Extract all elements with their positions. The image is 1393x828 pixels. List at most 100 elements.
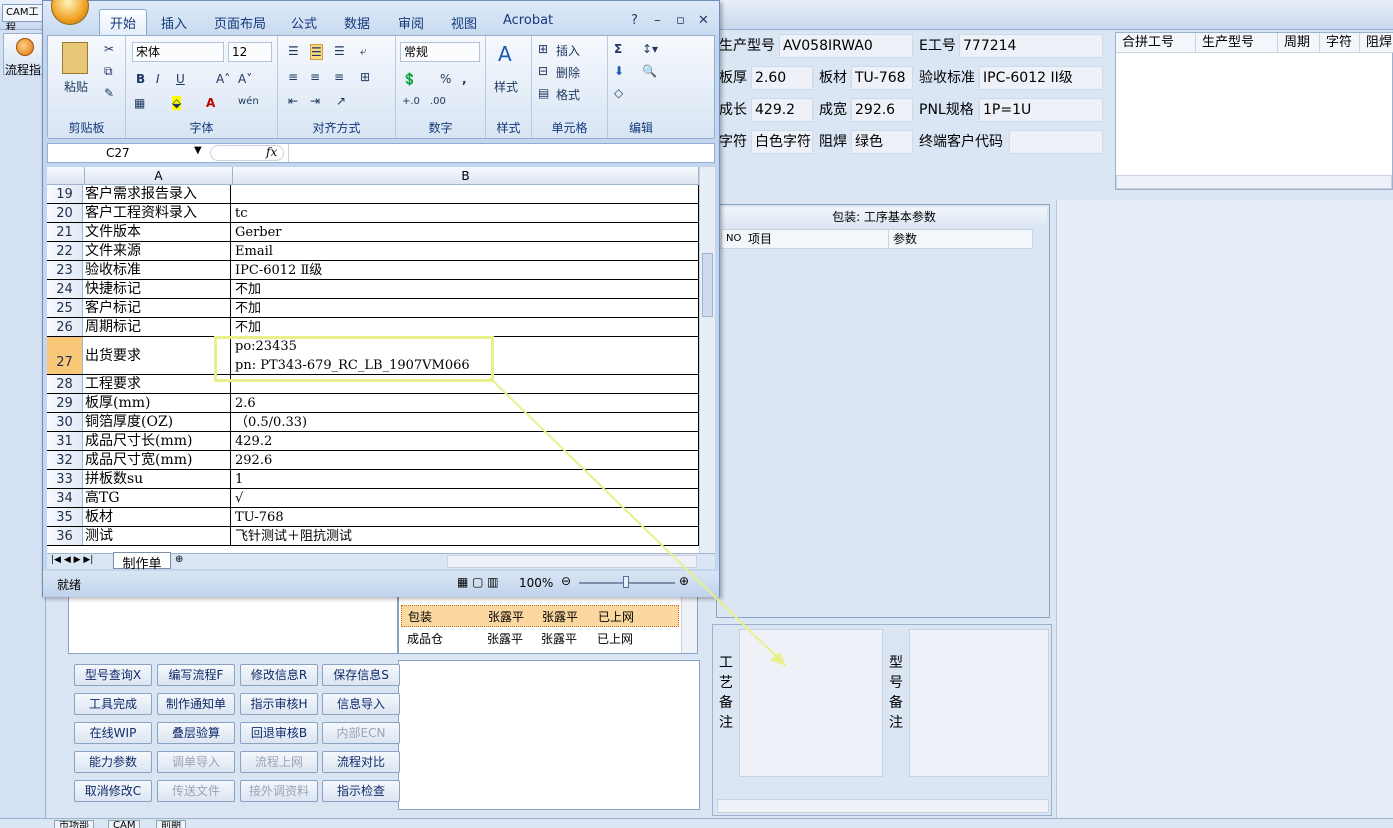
action-button[interactable]: 修改信息R [240, 664, 318, 686]
align-bottom-icon[interactable]: ☰ [334, 44, 345, 58]
zoom-level[interactable]: 100% [519, 576, 553, 590]
row-number[interactable]: 24 [47, 280, 83, 298]
row-number[interactable]: 31 [47, 432, 83, 450]
cell-a[interactable]: 快捷标记 [85, 280, 231, 298]
row-number[interactable]: 22 [47, 242, 83, 260]
name-box[interactable]: C27 [106, 146, 130, 160]
action-button[interactable]: 保存信息S [322, 664, 400, 686]
insert-cells-button[interactable]: 插入 [556, 42, 580, 59]
cell-b[interactable]: TU-768 [233, 508, 699, 526]
paste-icon[interactable] [62, 42, 88, 74]
action-button[interactable]: 制作通知单 [157, 693, 235, 715]
tab-cam[interactable]: CAM [108, 820, 141, 828]
zoom-in-icon[interactable]: ⊕ [679, 574, 689, 588]
tab-acrobat[interactable]: Acrobat [503, 13, 553, 28]
select-all[interactable] [47, 167, 85, 185]
cell-b[interactable]: 1 [233, 470, 699, 488]
cell-a[interactable]: 工程要求 [85, 375, 231, 393]
cell-b[interactable]: √ [233, 489, 699, 507]
char-field[interactable]: 白色字符 [751, 130, 813, 154]
view-buttons-icon[interactable]: ▦ ▢ ▥ [457, 575, 499, 589]
mask-field[interactable]: 绿色 [851, 130, 913, 154]
bold-icon[interactable]: B [136, 72, 145, 86]
increase-indent-icon[interactable]: ⇥ [310, 94, 320, 108]
paste-label[interactable]: 粘贴 [64, 78, 88, 95]
cell-a[interactable]: 板厚(mm) [85, 394, 231, 412]
font-color-icon[interactable]: A [206, 96, 215, 110]
col-header[interactable]: 合拼工号 [1116, 33, 1196, 53]
row-number[interactable]: 21 [47, 223, 83, 241]
cell-b[interactable]: IPC-6012 Ⅱ级 [233, 261, 699, 279]
row-number[interactable]: 26 [47, 318, 83, 336]
zoom-out-icon[interactable]: ⊖ [561, 574, 571, 588]
cell-b[interactable]: 不加 [233, 299, 699, 317]
col-item[interactable]: 项目 [748, 230, 772, 248]
table-row[interactable]: 32 成品尺寸宽(mm) 292.6 [47, 451, 699, 470]
shrink-font-icon[interactable]: A˅ [238, 72, 252, 86]
action-button[interactable]: 接外调资料 [240, 780, 318, 802]
row-number[interactable]: 28 [47, 375, 83, 393]
model-notes-input[interactable] [909, 629, 1049, 777]
cell-a[interactable]: 客户工程资料录入 [85, 204, 231, 222]
fx-icon[interactable]: fx [266, 145, 277, 159]
tab-home[interactable]: 开始 [99, 9, 148, 35]
restore-icon[interactable]: ▫ [676, 13, 685, 28]
cell-b[interactable]: Email [233, 242, 699, 260]
font-select[interactable]: 宋体 [132, 42, 224, 62]
col-param[interactable]: 参数 [888, 230, 917, 248]
currency-icon[interactable]: 💲 [402, 72, 417, 86]
col-header[interactable]: 生产型号 [1196, 33, 1278, 53]
table-row[interactable]: 26 周期标记 不加 [47, 318, 699, 337]
cell-b[interactable]: Gerber [233, 223, 699, 241]
col-header[interactable]: 周期 [1278, 33, 1320, 53]
sheet-tab[interactable]: 制作单 [113, 552, 171, 572]
col-header[interactable]: 字符 [1320, 33, 1360, 53]
action-button[interactable]: 型号查询X [74, 664, 152, 686]
phonetic-icon[interactable]: wén [238, 96, 259, 107]
material-field[interactable]: TU-768 [851, 66, 913, 90]
help-icon[interactable]: ? [631, 13, 638, 28]
cell-b[interactable]: （0.5/0.33) [233, 413, 699, 431]
increase-decimal-icon[interactable]: +.0 [402, 96, 420, 107]
table-row[interactable]: 36 测试 飞针测试＋阻抗测试 [47, 527, 699, 546]
mini-scrollbar[interactable] [681, 591, 697, 653]
thick-field[interactable]: 2.60 [751, 66, 813, 90]
cell-a[interactable]: 成品尺寸宽(mm) [85, 451, 231, 469]
grow-font-icon[interactable]: A˄ [216, 72, 230, 86]
delete-cells-button[interactable]: 删除 [556, 64, 580, 81]
cut-icon[interactable]: ✂ [104, 42, 114, 56]
col-no[interactable]: NO [726, 230, 741, 248]
row-number[interactable]: 30 [47, 413, 83, 431]
table-row[interactable]: 包装 张露平 张露平 已上网 [401, 605, 679, 627]
decrease-decimal-icon[interactable]: .00 [430, 96, 446, 107]
action-button[interactable]: 流程上网 [240, 751, 318, 773]
align-top-icon[interactable]: ☰ [288, 44, 299, 58]
cell-b[interactable]: 292.6 [233, 451, 699, 469]
cell-b[interactable]: 飞针测试＋阻抗测试 [233, 527, 699, 545]
table-row[interactable]: 22 文件来源 Email [47, 242, 699, 261]
accept-field[interactable]: IPC-6012 II级 [979, 66, 1103, 90]
format-cells-button[interactable]: 格式 [556, 86, 580, 103]
styles-label[interactable]: 样式 [494, 78, 518, 95]
sort-filter-icon[interactable]: ↕▾ [642, 42, 658, 56]
table-row[interactable]: 34 高TG √ [47, 489, 699, 508]
row-number[interactable]: 25 [47, 299, 83, 317]
table-row[interactable]: 24 快捷标记 不加 [47, 280, 699, 299]
action-button[interactable]: 叠层验算 [157, 722, 235, 744]
e-no-field[interactable]: 777214 [959, 34, 1103, 58]
row-number[interactable]: 32 [47, 451, 83, 469]
width-field[interactable]: 292.6 [851, 98, 913, 122]
col-b-header[interactable]: B [233, 167, 699, 185]
table-row[interactable]: 21 文件版本 Gerber [47, 223, 699, 242]
action-button[interactable]: 能力参数 [74, 751, 152, 773]
cell-a[interactable]: 周期标记 [85, 318, 231, 336]
close-icon[interactable]: ✕ [698, 13, 709, 28]
table-row[interactable]: 29 板厚(mm) 2.6 [47, 394, 699, 413]
table-row[interactable]: 31 成品尺寸长(mm) 429.2 [47, 432, 699, 451]
align-right-icon[interactable]: ≡ [334, 70, 344, 84]
cell-b[interactable]: 不加 [233, 318, 699, 336]
pnl-field[interactable]: 1P=1U [979, 98, 1103, 122]
action-button[interactable]: 工具完成 [74, 693, 152, 715]
action-button[interactable]: 指示检查 [322, 780, 400, 802]
tab-data[interactable]: 数据 [344, 13, 370, 32]
